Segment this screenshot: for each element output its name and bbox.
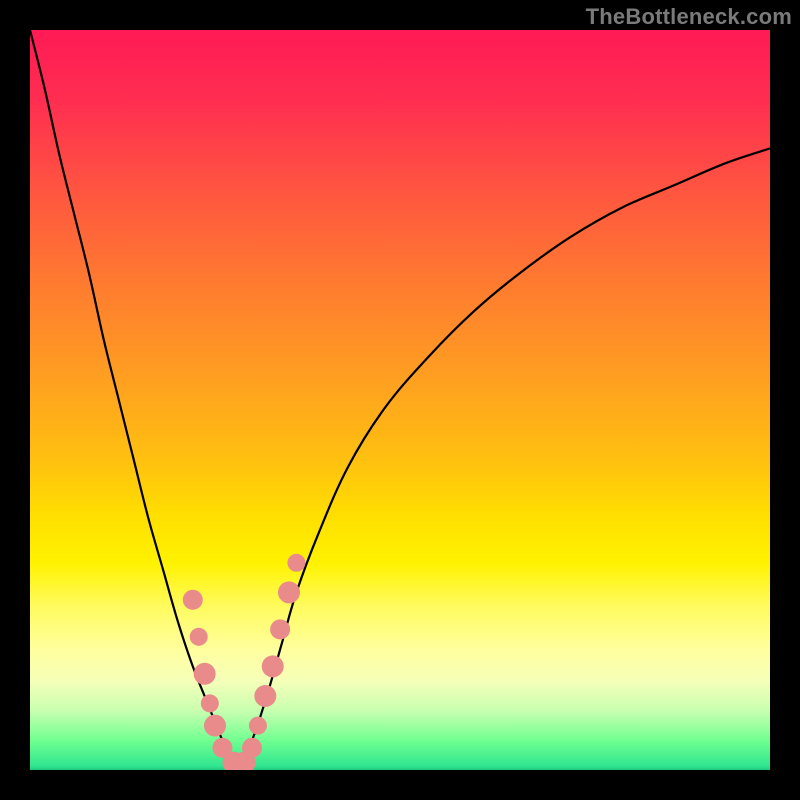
dot-2 xyxy=(194,663,216,685)
curve-left-curve xyxy=(30,30,237,770)
dot-9 xyxy=(249,717,267,735)
dot-12 xyxy=(270,619,290,639)
chart-frame: TheBottleneck.com xyxy=(0,0,800,800)
dot-14 xyxy=(287,554,305,572)
dot-1 xyxy=(190,628,208,646)
dot-3 xyxy=(201,694,219,712)
dot-4 xyxy=(204,715,226,737)
dot-10 xyxy=(254,685,276,707)
curve-right-curve xyxy=(237,148,770,770)
plot-area xyxy=(30,30,770,770)
dot-0 xyxy=(183,590,203,610)
chart-svg xyxy=(30,30,770,770)
dot-8 xyxy=(242,738,262,758)
dot-11 xyxy=(262,655,284,677)
dot-13 xyxy=(278,581,300,603)
watermark-text: TheBottleneck.com xyxy=(586,4,792,30)
